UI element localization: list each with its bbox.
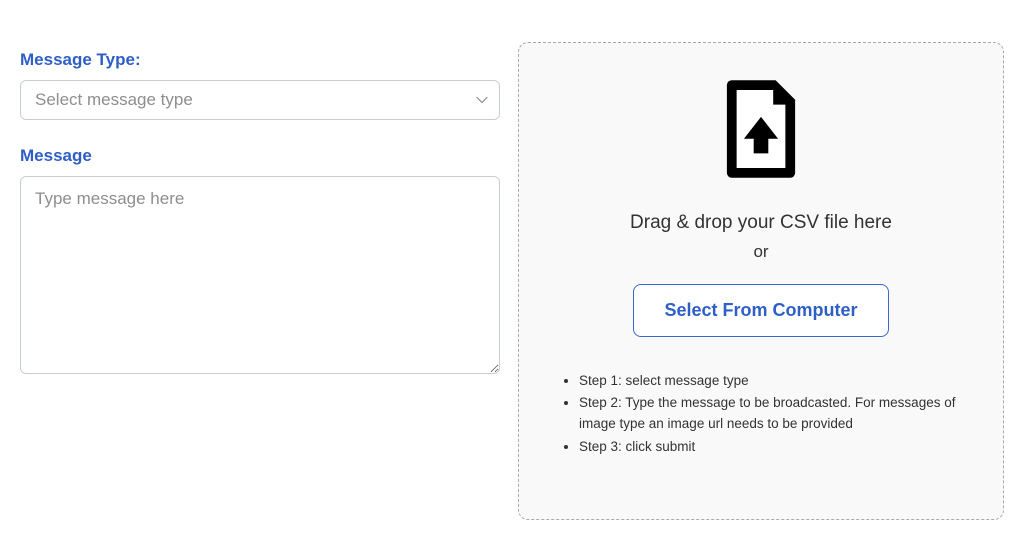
message-type-select[interactable]: Select message type [20,80,500,120]
message-type-select-wrap: Select message type [20,80,500,120]
message-type-label: Message Type: [20,50,500,70]
step-item: Step 1: select message type [579,371,975,392]
form-column: Message Type: Select message type Messag… [20,20,500,515]
upload-column: Drag & drop your CSV file here or Select… [518,20,1004,515]
select-from-computer-button[interactable]: Select From Computer [633,284,888,337]
message-type-placeholder: Select message type [35,90,193,109]
step-item: Step 2: Type the message to be broadcast… [579,393,975,435]
file-upload-icon [722,79,800,179]
drop-instruction-text: Drag & drop your CSV file here [630,209,892,238]
step-item: Step 3: click submit [579,437,975,458]
csv-dropzone[interactable]: Drag & drop your CSV file here or Select… [518,42,1004,520]
message-textarea[interactable] [20,176,500,374]
drop-or-text: or [753,242,768,262]
message-label: Message [20,146,500,166]
instruction-steps: Step 1: select message type Step 2: Type… [547,371,975,461]
